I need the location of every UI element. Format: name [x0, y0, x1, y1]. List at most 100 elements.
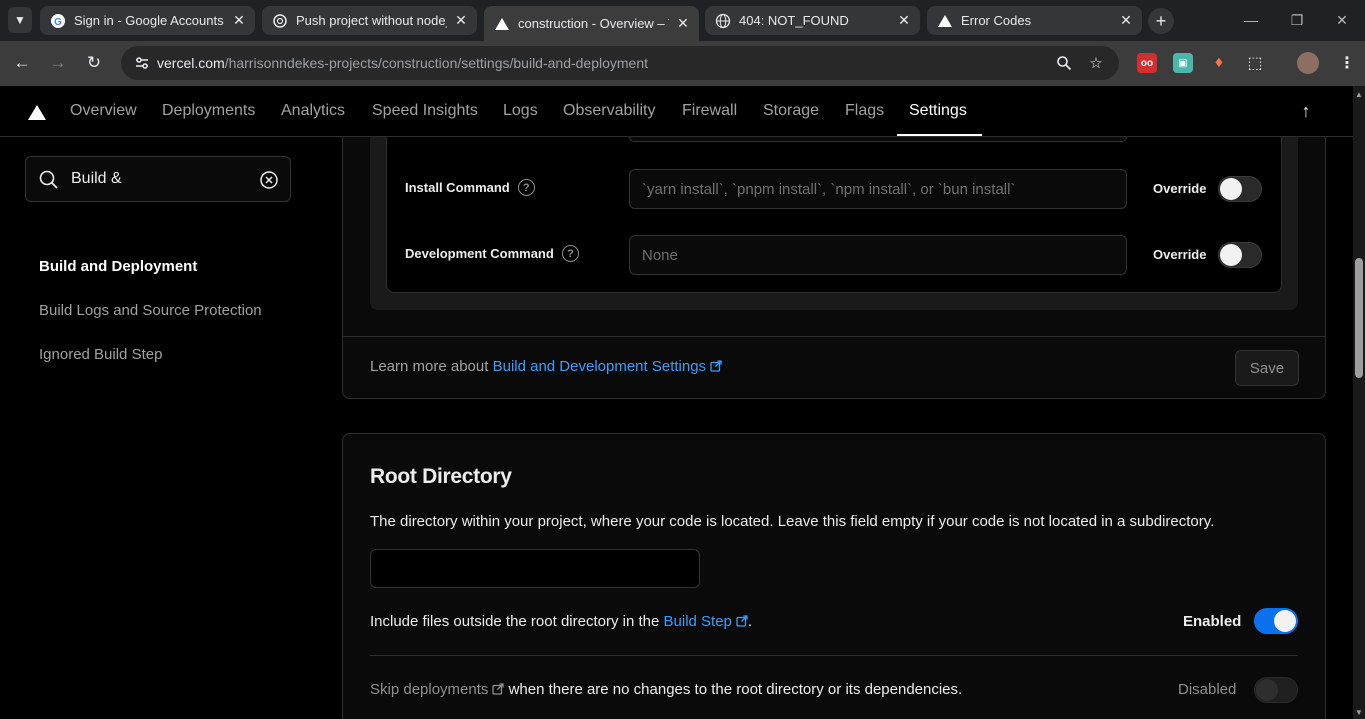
- bookmark-star-icon[interactable]: ☆: [1087, 54, 1105, 72]
- url-text: vercel.com/harrisonndekes-projects/const…: [157, 55, 648, 71]
- browser-toolbar: ← → ↻ vercel.com/harrisonndekes-projects…: [0, 41, 1365, 86]
- vercel-icon: [494, 16, 510, 32]
- address-bar[interactable]: vercel.com/harrisonndekes-projects/const…: [121, 46, 1119, 80]
- tab-google-accounts[interactable]: G Sign in - Google Accounts ✕: [40, 6, 255, 35]
- install-override-label: Override: [1153, 181, 1207, 196]
- learn-more-text: Learn more about Build and Development S…: [370, 358, 722, 375]
- nav-speed-insights[interactable]: Speed Insights: [372, 102, 478, 120]
- globe-icon: [715, 13, 731, 29]
- external-link-icon: [710, 360, 722, 372]
- close-tab-icon[interactable]: ✕: [675, 15, 691, 32]
- include-files-text: Include files outside the root directory…: [370, 613, 752, 630]
- skip-deployments-link-text: Skip deployments: [370, 681, 489, 698]
- nav-overview[interactable]: Overview: [70, 102, 137, 120]
- new-tab-button[interactable]: +: [1148, 8, 1174, 34]
- vercel-icon: [937, 13, 953, 29]
- close-tab-icon[interactable]: ✕: [453, 12, 469, 29]
- nav-analytics[interactable]: Analytics: [281, 102, 345, 120]
- root-directory-input[interactable]: [370, 549, 700, 588]
- nav-deployments[interactable]: Deployments: [162, 102, 255, 120]
- chatgpt-icon: [272, 13, 288, 29]
- site-settings-icon[interactable]: [127, 55, 157, 71]
- forward-icon[interactable]: →: [45, 50, 71, 76]
- close-tab-icon[interactable]: ✕: [231, 12, 247, 29]
- save-button[interactable]: Save: [1235, 350, 1299, 386]
- external-link-icon: [492, 683, 505, 695]
- tab-search-button[interactable]: ▼: [8, 7, 32, 33]
- skip-deployments-text: Skip deployments when there are no chang…: [370, 681, 962, 698]
- back-icon[interactable]: ←: [9, 50, 35, 76]
- tab-construction-overview[interactable]: construction - Overview – Ve ✕: [484, 6, 699, 41]
- search-input[interactable]: Build &: [71, 170, 122, 188]
- sidebar-item-build-logs[interactable]: Build Logs and Source Protection: [39, 302, 262, 319]
- extension-icon[interactable]: ♦: [1209, 53, 1229, 73]
- learn-more-prefix: Learn more about: [370, 358, 489, 375]
- active-tab-indicator: [897, 134, 982, 136]
- skip-deployments-state: Disabled: [1178, 681, 1237, 698]
- tab-title: 404: NOT_FOUND: [739, 13, 849, 28]
- output-directory-input[interactable]: [629, 137, 1127, 142]
- development-command-label: Development Command ?: [405, 245, 579, 262]
- install-command-input[interactable]: [629, 169, 1127, 209]
- tab-push-project[interactable]: Push project without node_m ✕: [262, 6, 477, 35]
- nav-settings[interactable]: Settings: [909, 102, 967, 120]
- page-scrollbar[interactable]: [1353, 86, 1365, 719]
- install-command-label: Install Command ?: [405, 179, 535, 196]
- include-files-state: Enabled: [1183, 613, 1242, 630]
- nav-firewall[interactable]: Firewall: [682, 102, 737, 120]
- close-window-icon[interactable]: ✕: [1327, 8, 1357, 32]
- skip-deployments-toggle[interactable]: [1254, 677, 1298, 703]
- nav-flags[interactable]: Flags: [845, 102, 884, 120]
- google-icon: G: [50, 13, 66, 29]
- include-files-toggle[interactable]: [1254, 608, 1298, 634]
- toggle-knob: [1220, 244, 1242, 266]
- help-icon[interactable]: ?: [517, 179, 535, 196]
- tab-404-not-found[interactable]: 404: NOT_FOUND ✕: [705, 6, 920, 35]
- toggle-knob: [1220, 178, 1242, 200]
- install-override-toggle[interactable]: [1218, 176, 1262, 202]
- svg-text:G: G: [54, 17, 62, 28]
- extensions-puzzle-icon[interactable]: ⬚: [1245, 53, 1265, 73]
- install-command-text: Install Command: [405, 180, 510, 195]
- tab-title: Error Codes: [961, 13, 1032, 28]
- toggle-knob: [1274, 610, 1296, 632]
- sidebar-item-ignored-build-step[interactable]: Ignored Build Step: [39, 346, 162, 363]
- extension-icon[interactable]: ▣: [1173, 53, 1193, 73]
- project-nav: Overview Deployments Analytics Speed Ins…: [0, 86, 1353, 137]
- tab-error-codes[interactable]: Error Codes ✕: [927, 6, 1142, 35]
- scroll-up-arrow-icon[interactable]: ▲: [1353, 88, 1365, 100]
- development-override-toggle[interactable]: [1218, 242, 1262, 268]
- zoom-icon[interactable]: [1055, 54, 1073, 72]
- search-icon: [38, 169, 60, 191]
- nav-logs[interactable]: Logs: [503, 102, 538, 120]
- toggle-knob: [1256, 679, 1278, 701]
- profile-avatar[interactable]: [1297, 52, 1319, 74]
- clear-search-icon[interactable]: [259, 170, 279, 190]
- extension-icon[interactable]: oo: [1137, 53, 1157, 73]
- settings-search[interactable]: Build &: [25, 156, 291, 202]
- development-command-input[interactable]: [629, 235, 1127, 275]
- sidebar-item-build-and-deployment[interactable]: Build and Deployment: [39, 258, 197, 275]
- help-icon[interactable]: ?: [561, 245, 579, 262]
- nav-storage[interactable]: Storage: [763, 102, 819, 120]
- scroll-to-top-icon[interactable]: ↑: [1296, 100, 1316, 122]
- browser-menu-icon[interactable]: ⋮: [1337, 53, 1357, 73]
- section-description: The directory within your project, where…: [370, 513, 1215, 530]
- vercel-logo-icon[interactable]: [28, 105, 46, 120]
- scroll-down-arrow-icon[interactable]: ▼: [1353, 706, 1365, 718]
- close-tab-icon[interactable]: ✕: [1118, 12, 1134, 29]
- scrollbar-thumb[interactable]: [1355, 258, 1363, 378]
- nav-observability[interactable]: Observability: [563, 102, 655, 120]
- minimize-icon[interactable]: —: [1236, 8, 1266, 32]
- build-step-link[interactable]: Build Step: [664, 613, 748, 630]
- include-prefix: Include files outside the root directory…: [370, 613, 660, 630]
- include-suffix: .: [747, 613, 753, 630]
- divider: [370, 655, 1298, 656]
- skip-deployments-link[interactable]: Skip deployments: [370, 681, 505, 698]
- close-tab-icon[interactable]: ✕: [896, 12, 912, 29]
- development-override-label: Override: [1153, 247, 1207, 262]
- reload-icon[interactable]: ↻: [81, 50, 107, 76]
- build-dev-settings-link[interactable]: Build and Development Settings: [493, 358, 722, 375]
- restore-icon[interactable]: ❐: [1282, 8, 1312, 32]
- skip-deployments-description: when there are no changes to the root di…: [508, 681, 963, 698]
